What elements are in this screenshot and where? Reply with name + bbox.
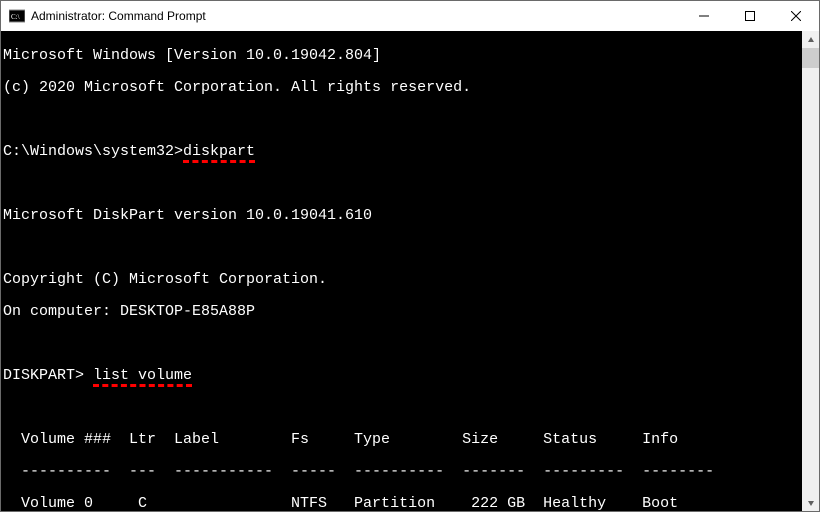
command-diskpart: diskpart	[183, 144, 255, 163]
prompt-prefix: C:\Windows\system32>	[3, 143, 183, 160]
titlebar[interactable]: C:\ Administrator: Command Prompt	[1, 1, 819, 31]
scroll-down-button[interactable]	[802, 494, 819, 511]
output-line	[3, 336, 817, 352]
table-row: Volume 0 C NTFS Partition 222 GB Healthy…	[3, 496, 817, 511]
output-line	[3, 176, 817, 192]
maximize-button[interactable]	[727, 1, 773, 31]
table-header: Volume ### Ltr Label Fs Type Size Status…	[3, 432, 817, 448]
vertical-scrollbar[interactable]	[802, 31, 819, 511]
command-prompt-window: C:\ Administrator: Command Prompt Micros…	[0, 0, 820, 512]
output-line: Microsoft Windows [Version 10.0.19042.80…	[3, 48, 817, 64]
window-title: Administrator: Command Prompt	[31, 9, 681, 23]
output-line	[3, 112, 817, 128]
cmd-icon: C:\	[9, 8, 25, 24]
close-button[interactable]	[773, 1, 819, 31]
prompt-line: DISKPART> list volume	[3, 368, 817, 384]
prompt-prefix: DISKPART>	[3, 367, 93, 384]
window-controls	[681, 1, 819, 31]
output-line: (c) 2020 Microsoft Corporation. All righ…	[3, 80, 817, 96]
output-line	[3, 240, 817, 256]
prompt-line: C:\Windows\system32>diskpart	[3, 144, 817, 160]
command-list-volume: list volume	[93, 368, 192, 387]
output-line	[3, 400, 817, 416]
minimize-button[interactable]	[681, 1, 727, 31]
output-line: Copyright (C) Microsoft Corporation.	[3, 272, 817, 288]
output-line: Microsoft DiskPart version 10.0.19041.61…	[3, 208, 817, 224]
scrollbar-track[interactable]	[802, 48, 819, 494]
console-area: Microsoft Windows [Version 10.0.19042.80…	[1, 31, 819, 511]
svg-text:C:\: C:\	[11, 13, 20, 21]
scrollbar-thumb[interactable]	[802, 48, 819, 68]
output-line: On computer: DESKTOP-E85A88P	[3, 304, 817, 320]
console-output[interactable]: Microsoft Windows [Version 10.0.19042.80…	[1, 31, 819, 511]
table-divider: ---------- --- ----------- ----- -------…	[3, 464, 817, 480]
scroll-up-button[interactable]	[802, 31, 819, 48]
